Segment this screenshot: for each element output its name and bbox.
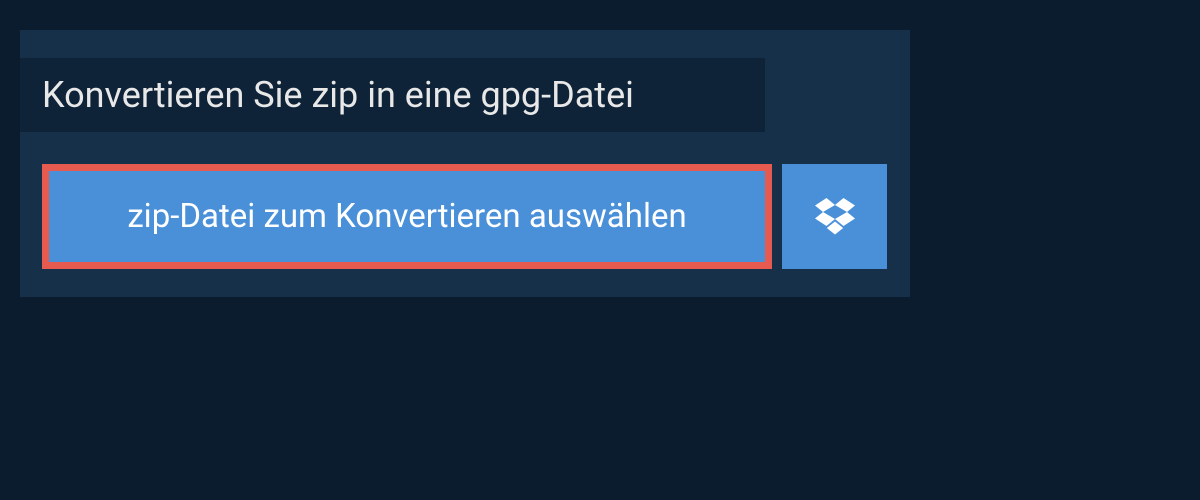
button-row: zip-Datei zum Konvertieren auswählen xyxy=(20,164,910,269)
converter-panel: Konvertieren Sie zip in eine gpg-Datei z… xyxy=(20,30,910,297)
page-title: Konvertieren Sie zip in eine gpg-Datei xyxy=(42,74,634,116)
dropbox-icon xyxy=(815,198,855,236)
file-select-button[interactable]: zip-Datei zum Konvertieren auswählen xyxy=(42,164,772,269)
file-select-label: zip-Datei zum Konvertieren auswählen xyxy=(127,197,686,236)
title-bar: Konvertieren Sie zip in eine gpg-Datei xyxy=(20,58,765,132)
dropbox-button[interactable] xyxy=(782,164,887,269)
